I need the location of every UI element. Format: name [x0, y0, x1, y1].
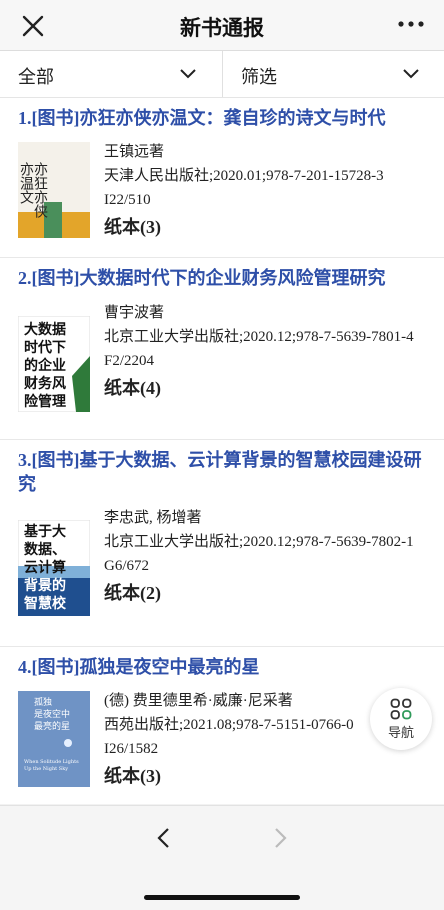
chevron-down-icon [180, 69, 196, 79]
book-cover: 亦狂亦侠 亦温文 [18, 142, 90, 238]
more-icon[interactable] [396, 14, 426, 34]
chevron-down-icon [403, 69, 419, 79]
cover-text: Up the Night Sky [24, 766, 68, 772]
book-publisher: 北京工业大学出版社;2020.12;978-7-5639-7802-1 [104, 534, 414, 550]
title-bar: 新书通报 [0, 0, 444, 51]
page-title: 新书通报 [180, 16, 264, 40]
cover-text: 基于大 [24, 523, 66, 540]
filter-bar: 全部 筛选 [0, 51, 444, 98]
category-dropdown[interactable]: 全部 [0, 51, 221, 97]
floating-nav-button[interactable]: 导航 [370, 688, 432, 750]
list-item[interactable]: 3.[图书]基于大数据、云计算背景的智慧校园建设研究 基于大 数据、 云计算 背… [0, 440, 444, 647]
book-author: 曹宇波著 [104, 305, 165, 321]
cover-text: 时代下 [24, 339, 66, 356]
grid-icon [390, 698, 412, 720]
browser-bottom-bar [0, 805, 444, 910]
book-call-number: G6/672 [104, 558, 149, 574]
cover-text: 数据、 [24, 541, 66, 558]
cover-text: 大数据 [24, 321, 66, 338]
home-indicator [144, 895, 300, 900]
book-info: 李忠武, 杨增著 北京工业大学出版社;2020.12;978-7-5639-78… [104, 506, 434, 605]
cover-text: 最亮的星 [34, 720, 70, 732]
book-title-link[interactable]: 4.[图书]孤独是夜空中最亮的星 [18, 655, 430, 679]
filter-label: 筛选 [241, 67, 277, 88]
back-arrow-icon[interactable] [152, 826, 176, 850]
book-publisher: 天津人民出版社;2020.01;978-7-201-15728-3 [104, 168, 384, 184]
paper-copies[interactable]: 纸本(3) [104, 215, 434, 239]
book-info: 王镇远著 天津人民出版社;2020.01;978-7-201-15728-3 I… [104, 140, 434, 239]
paper-copies[interactable]: 纸本(2) [104, 581, 434, 605]
cover-text: When Solitude Lights [24, 759, 79, 765]
list-item[interactable]: 1.[图书]亦狂亦侠亦温文：龚自珍的诗文与时代 亦狂亦侠 亦温文 王镇远著 天津… [0, 98, 444, 258]
filter-dropdown[interactable]: 筛选 [222, 51, 444, 97]
book-cover: 孤独 是夜空中 最亮的星 When Solitude Lights Up the… [18, 691, 90, 787]
book-author: 王镇远著 [104, 144, 165, 160]
category-label: 全部 [18, 67, 54, 88]
paper-copies[interactable]: 纸本(3) [104, 764, 434, 788]
cover-text: 云计算 [24, 559, 66, 576]
nav-label: 导航 [387, 726, 414, 741]
book-call-number: F2/2204 [104, 353, 155, 369]
cover-text: 险管理 [24, 393, 66, 410]
cover-text: 孤独 [34, 696, 52, 708]
forward-arrow-icon[interactable] [268, 826, 292, 850]
book-title-link[interactable]: 2.[图书]大数据时代下的企业财务风险管理研究 [18, 266, 430, 290]
cover-text: 智慧校 [23, 595, 67, 612]
book-call-number: I22/510 [104, 192, 151, 208]
book-author: 李忠武, 杨增著 [104, 510, 202, 526]
cover-text: 是夜空中 [34, 708, 70, 720]
book-info: 曹宇波著 北京工业大学出版社;2020.12;978-7-5639-7801-4… [104, 301, 434, 400]
paper-copies[interactable]: 纸本(4) [104, 376, 434, 400]
cover-text: 财务风 [23, 375, 66, 392]
cover-text: 的企业 [24, 357, 66, 374]
cover-text: 亦温文 [18, 162, 34, 204]
book-title-link[interactable]: 3.[图书]基于大数据、云计算背景的智慧校园建设研究 [18, 448, 430, 496]
book-title-link[interactable]: 1.[图书]亦狂亦侠亦温文：龚自珍的诗文与时代 [18, 106, 430, 130]
book-cover: 基于大 数据、 云计算 背景的 智慧校 [18, 520, 90, 616]
book-cover: 大数据 时代下 的企业 财务风 险管理 [18, 316, 90, 412]
book-publisher: 北京工业大学出版社;2020.12;978-7-5639-7801-4 [104, 329, 414, 345]
cover-text: 背景的 [24, 577, 66, 594]
list-item[interactable]: 2.[图书]大数据时代下的企业财务风险管理研究 大数据 时代下 的企业 财务风 … [0, 258, 444, 440]
cover-text: 亦狂亦侠 [32, 162, 48, 218]
